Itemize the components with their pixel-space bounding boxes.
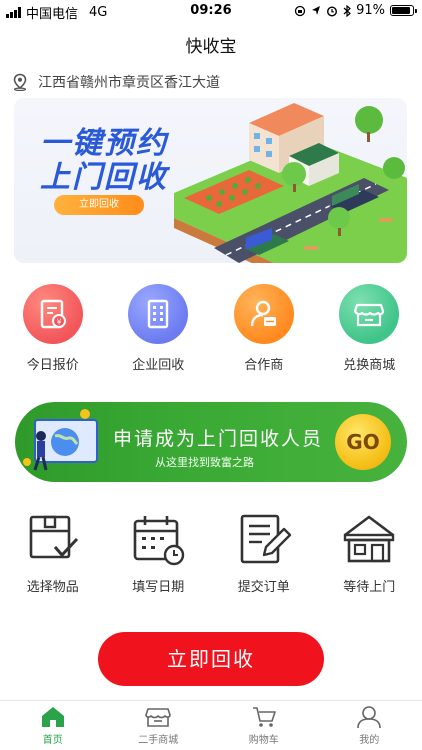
shop-icon <box>339 284 400 344</box>
house-icon <box>340 510 398 568</box>
globe-person-illustration <box>23 409 98 471</box>
recruit-banner[interactable]: 申请成为上门回收人员 从这里找到致富之路 GO <box>15 402 407 482</box>
promo-banner[interactable]: 一键预约 上门回收 立即回收 <box>14 98 407 263</box>
category-partner[interactable]: 合作商 <box>211 284 317 373</box>
tab-label: 我的 <box>359 735 380 746</box>
category-label: 兑换商城 <box>343 358 396 373</box>
tab-bar: 首页 二手商城 购物车 我的 <box>0 700 422 750</box>
recruit-title: 申请成为上门回收人员 <box>113 428 324 450</box>
tab-label: 二手商城 <box>138 735 179 746</box>
step-submit-order: 提交订单 <box>211 510 317 595</box>
tab-home[interactable]: 首页 <box>0 701 106 750</box>
tab-secondhand-mall[interactable]: 二手商城 <box>106 701 212 750</box>
svg-text:¥: ¥ <box>56 318 61 327</box>
category-label: 企业回收 <box>132 358 185 373</box>
category-grid: ¥ 今日报价 企业回收 合作商 兑换商城 <box>0 284 422 373</box>
location-arrow-icon <box>312 6 321 15</box>
price-doc-icon: ¥ <box>22 284 83 344</box>
tab-label: 购物车 <box>248 735 279 746</box>
box-check-icon <box>24 510 82 568</box>
user-icon <box>357 706 382 729</box>
step-fill-date: 填写日期 <box>106 510 212 595</box>
alarm-icon <box>327 5 338 17</box>
banner-recycle-button[interactable]: 立即回收 <box>54 195 144 215</box>
banner-line2: 上门回收 <box>40 160 168 195</box>
calendar-icon <box>129 510 187 568</box>
process-steps: 选择物品 填写日期 提交订单 等待上门 <box>0 510 422 595</box>
tab-mine[interactable]: 我的 <box>317 701 422 750</box>
go-button[interactable]: GO <box>335 414 391 470</box>
partner-icon <box>233 284 294 344</box>
status-right: 91% <box>294 3 417 18</box>
city-illustration <box>174 103 407 263</box>
cart-icon <box>252 707 276 727</box>
battery-icon <box>390 5 417 16</box>
step-label: 选择物品 <box>26 580 79 595</box>
recycle-now-button[interactable]: 立即回收 <box>98 632 324 686</box>
category-enterprise[interactable]: 企业回收 <box>106 284 212 373</box>
battery-percent: 91% <box>356 3 385 18</box>
tab-label: 首页 <box>42 735 63 746</box>
order-edit-icon <box>235 510 293 568</box>
step-label: 等待上门 <box>343 580 396 595</box>
recruit-subtitle: 从这里找到致富之路 <box>155 456 254 469</box>
store-icon <box>145 708 172 727</box>
step-wait-visit: 等待上门 <box>317 510 422 595</box>
rotation-lock-icon <box>294 5 306 16</box>
category-today-price[interactable]: ¥ 今日报价 <box>0 284 106 373</box>
step-label: 提交订单 <box>237 580 290 595</box>
category-label: 合作商 <box>244 358 284 373</box>
location-pin-icon <box>13 73 27 91</box>
building-icon <box>128 284 189 344</box>
page-title: 快收宝 <box>185 37 237 57</box>
location-bar[interactable]: 江西省赣州市章贡区香江大道 <box>12 72 220 92</box>
battery-fill <box>392 7 411 14</box>
step-label: 填写日期 <box>132 580 185 595</box>
category-label: 今日报价 <box>26 358 79 373</box>
category-exchange-shop[interactable]: 兑换商城 <box>317 284 422 373</box>
home-icon <box>41 707 64 727</box>
bluetooth-icon <box>343 4 352 17</box>
step-select-items: 选择物品 <box>0 510 106 595</box>
tab-cart[interactable]: 购物车 <box>211 701 317 750</box>
address-text: 江西省赣州市章贡区香江大道 <box>38 75 220 91</box>
status-bar: 中国电信 4G 09:26 91% <box>0 0 422 22</box>
